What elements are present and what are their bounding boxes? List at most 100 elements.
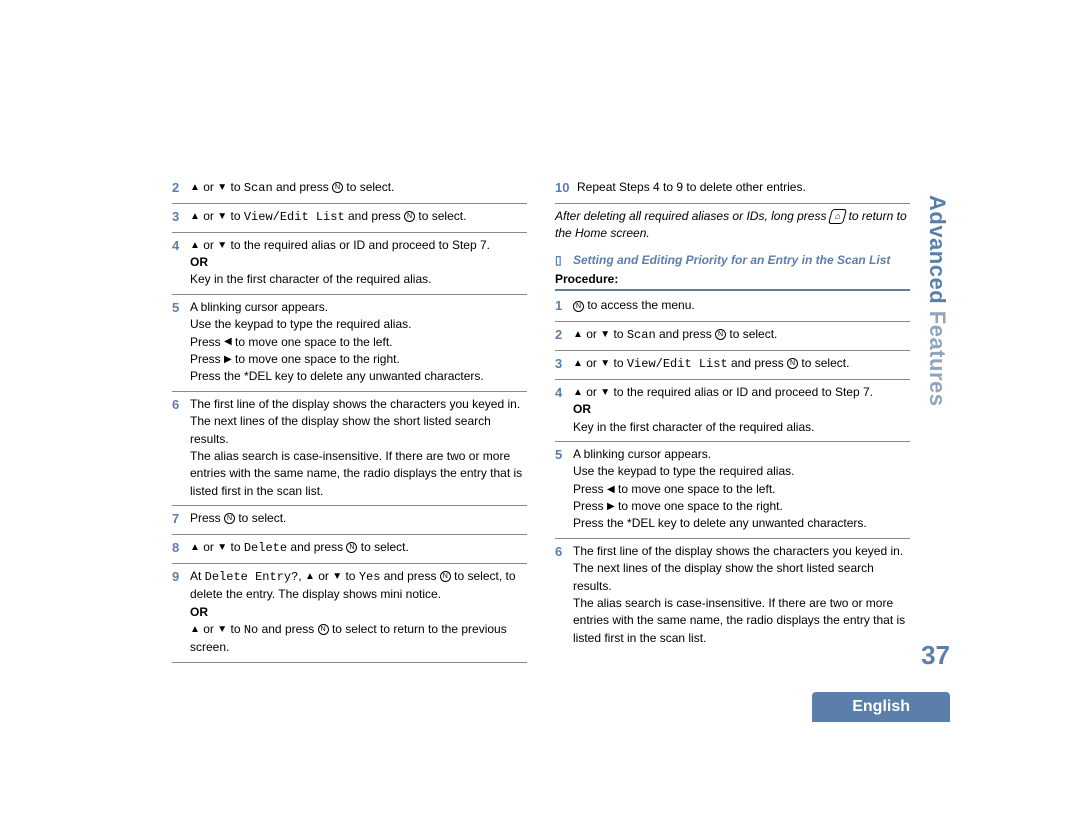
note: After deleting all required aliases or I… bbox=[555, 204, 910, 249]
step-body: A blinking cursor appears. Use the keypa… bbox=[190, 299, 527, 386]
t: The first line of the display shows the … bbox=[573, 544, 903, 593]
step-6: 6 The first line of the display shows th… bbox=[172, 392, 527, 506]
t: or bbox=[200, 180, 217, 194]
step-3: 3 ▲ or ▼ to View/Edit List and press N t… bbox=[172, 204, 527, 233]
step-body: The first line of the display shows the … bbox=[573, 543, 910, 647]
t: or bbox=[583, 327, 600, 341]
code-delentry: Delete Entry? bbox=[205, 570, 299, 584]
down-icon: ▼ bbox=[217, 183, 227, 193]
or-label: OR bbox=[190, 255, 208, 269]
step-number: 4 bbox=[555, 384, 573, 436]
up-icon: ▲ bbox=[190, 625, 200, 635]
ok-icon: N bbox=[715, 329, 726, 340]
t: Use the keypad to type the required alia… bbox=[573, 464, 794, 478]
step-number: 6 bbox=[172, 396, 190, 500]
t: and press bbox=[728, 356, 787, 370]
t: to the required alias or ID and proceed … bbox=[610, 385, 873, 399]
step-body: Repeat Steps 4 to 9 to delete other entr… bbox=[577, 179, 910, 198]
step-number: 8 bbox=[172, 539, 190, 558]
step-body: The first line of the display shows the … bbox=[190, 396, 527, 500]
t: A blinking cursor appears. bbox=[190, 300, 328, 314]
side-section-title: Advanced Features bbox=[924, 195, 950, 406]
t: Press bbox=[190, 352, 224, 366]
t: Press the *DEL key to delete any unwante… bbox=[573, 516, 867, 530]
step-6: 6 The first line of the display shows th… bbox=[555, 539, 910, 652]
t: and press bbox=[258, 622, 317, 636]
t: to access the menu. bbox=[584, 298, 695, 312]
t: Press bbox=[190, 511, 224, 525]
side-title-a: Advanced bbox=[925, 195, 950, 304]
step-number: 5 bbox=[172, 299, 190, 386]
step-body: Press N to select. bbox=[190, 510, 527, 529]
procedure-label: Procedure: bbox=[555, 270, 910, 291]
left-icon: ◀ bbox=[224, 337, 232, 347]
t: At bbox=[190, 569, 205, 583]
step-number: 6 bbox=[555, 543, 573, 647]
section-heading: ▯ Setting and Editing Priority for an En… bbox=[555, 249, 910, 271]
t: to move one space to the left. bbox=[232, 335, 393, 349]
t: and press bbox=[345, 209, 404, 223]
or-label: OR bbox=[573, 402, 591, 416]
code-viewedit: View/Edit List bbox=[627, 357, 728, 371]
code-scan: Scan bbox=[244, 181, 273, 195]
section-title: Setting and Editing Priority for an Entr… bbox=[573, 253, 890, 269]
t: to select. bbox=[798, 356, 849, 370]
t: to bbox=[610, 356, 627, 370]
t: to bbox=[227, 180, 244, 194]
step-body: ▲ or ▼ to View/Edit List and press N to … bbox=[190, 208, 527, 227]
t: The alias search is case-insensitive. If… bbox=[573, 596, 905, 645]
t: or bbox=[200, 238, 217, 252]
t: or bbox=[583, 385, 600, 399]
t: to bbox=[227, 209, 244, 223]
step-number: 4 bbox=[172, 237, 190, 289]
step-9: 9 At Delete Entry?, ▲ or ▼ to Yes and pr… bbox=[172, 564, 527, 663]
t: Key in the first character of the requir… bbox=[190, 272, 431, 286]
left-column: 2 ▲ or ▼ to Scan and press N to select. … bbox=[172, 175, 527, 663]
step-4: 4 ▲ or ▼ to the required alias or ID and… bbox=[555, 380, 910, 442]
code-yes: Yes bbox=[359, 570, 381, 584]
step-body: ▲ or ▼ to Delete and press N to select. bbox=[190, 539, 527, 558]
up-icon: ▲ bbox=[573, 330, 583, 340]
t: Press bbox=[573, 499, 607, 513]
t: Use the keypad to type the required alia… bbox=[190, 317, 411, 331]
up-icon: ▲ bbox=[573, 359, 583, 369]
t: Key in the first character of the requir… bbox=[573, 420, 814, 434]
t: and press bbox=[287, 540, 346, 554]
step-10: 10 Repeat Steps 4 to 9 to delete other e… bbox=[555, 175, 910, 204]
ok-icon: N bbox=[440, 571, 451, 582]
step-5: 5 A blinking cursor appears. Use the key… bbox=[555, 442, 910, 539]
ok-icon: N bbox=[318, 624, 329, 635]
side-title-b: Features bbox=[925, 304, 950, 406]
t: to select. bbox=[235, 511, 286, 525]
step-number: 10 bbox=[555, 179, 577, 198]
step-number: 3 bbox=[555, 355, 573, 374]
t: to select. bbox=[343, 180, 394, 194]
step-2: 2 ▲ or ▼ to Scan and press N to select. bbox=[555, 322, 910, 351]
step-3: 3 ▲ or ▼ to View/Edit List and press N t… bbox=[555, 351, 910, 380]
page-number: 37 bbox=[921, 640, 950, 671]
step-number: 9 bbox=[172, 568, 190, 657]
or-label: OR bbox=[190, 605, 208, 619]
down-icon: ▼ bbox=[217, 625, 227, 635]
t: or bbox=[583, 356, 600, 370]
down-icon: ▼ bbox=[332, 572, 342, 582]
code-no: No bbox=[244, 623, 258, 637]
t: to the required alias or ID and proceed … bbox=[227, 238, 490, 252]
right-icon: ▶ bbox=[607, 502, 615, 512]
step-body: ▲ or ▼ to View/Edit List and press N to … bbox=[573, 355, 910, 374]
language-tab: English bbox=[812, 692, 950, 722]
page-content: 2 ▲ or ▼ to Scan and press N to select. … bbox=[172, 175, 912, 663]
t: to select. bbox=[726, 327, 777, 341]
ok-icon: N bbox=[787, 358, 798, 369]
code-scan: Scan bbox=[627, 328, 656, 342]
step-2: 2 ▲ or ▼ to Scan and press N to select. bbox=[172, 175, 527, 204]
step-number: 7 bbox=[172, 510, 190, 529]
t: or bbox=[200, 622, 217, 636]
right-column: 10 Repeat Steps 4 to 9 to delete other e… bbox=[555, 175, 910, 663]
up-icon: ▲ bbox=[573, 388, 583, 398]
step-number: 2 bbox=[172, 179, 190, 198]
t: Press bbox=[573, 482, 607, 496]
down-icon: ▼ bbox=[217, 212, 227, 222]
code-viewedit: View/Edit List bbox=[244, 210, 345, 224]
t: and press bbox=[656, 327, 715, 341]
